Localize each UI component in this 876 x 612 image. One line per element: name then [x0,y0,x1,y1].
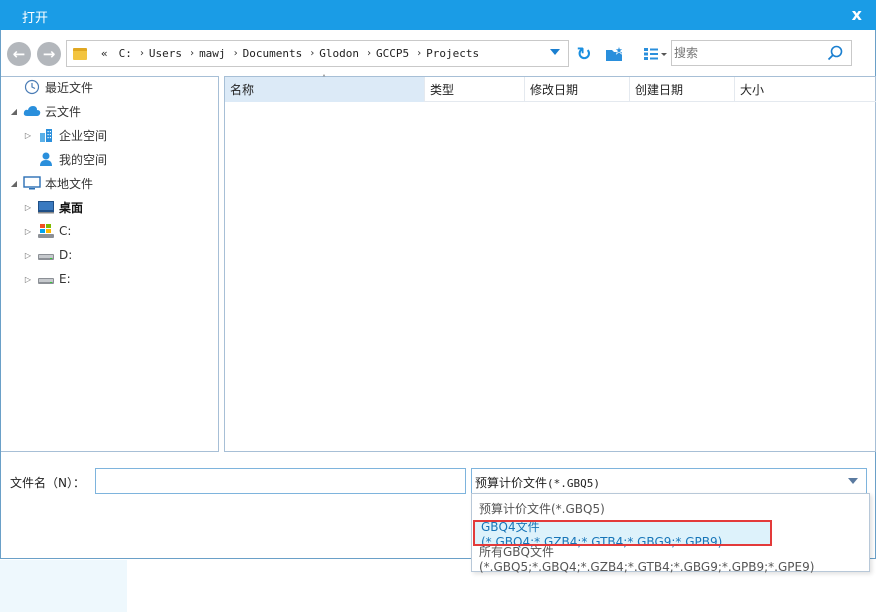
breadcrumb-segment[interactable]: Glodon [319,47,359,60]
breadcrumb-segment[interactable]: GCCP5 [376,47,409,60]
tree-expander[interactable]: ▷ [23,275,33,284]
breadcrumb-separator: › [138,48,145,59]
tree-item-recent[interactable]: 最近文件 [9,77,93,97]
tree-item-label: 本地文件 [45,176,94,191]
arrow-right-icon: → [42,45,56,63]
breadcrumb-separator: › [309,48,316,59]
tree-item-label: D: [59,248,73,262]
tree-item-desktop[interactable]: ▷ 桌面 [23,197,83,217]
column-header-size[interactable]: 大小 [735,77,876,102]
tree-item-local[interactable]: ◢ 本地文件 [9,173,93,193]
file-type-pattern: (*.GBQ5) [547,477,600,490]
breadcrumb: « C: › Users › mawj › Documents › Glodon… [97,47,486,60]
file-type-option[interactable]: 所有GBQ文件(*.GBQ5;*.GBQ4;*.GZB4;*.GTB4;*.GB… [472,545,869,574]
column-header-name[interactable]: 名称 ˄ [225,74,425,102]
folder-icon [73,47,87,60]
file-type-dropdown: 预算计价文件(*.GBQ5) GBQ4文件(*.GBQ4;*.GZB4;*.GT… [471,493,870,574]
breadcrumb-segment[interactable]: Projects [426,47,479,60]
column-header-label: 大小 [740,83,765,97]
column-header-label: 修改日期 [530,83,579,97]
open-dialog: ← → « C: › Users › mawj › Documents › Gl… [0,30,876,559]
title-bar: 打开 x [0,0,876,30]
tree-item-label: C: [59,224,72,238]
tree-item-cloud[interactable]: ◢ 云文件 [9,101,81,121]
breadcrumb-segment[interactable]: Documents [243,47,303,60]
column-header-label: 类型 [430,83,455,97]
tree-expander[interactable]: ▷ [23,227,33,236]
column-header-label: 创建日期 [635,83,684,97]
breadcrumb-separator: › [365,48,373,59]
file-list[interactable]: 名称 ˄ 类型 修改日期 创建日期 大小 [224,74,876,452]
background-strip [0,560,127,612]
breadcrumb-segment[interactable]: mawj [199,47,226,60]
new-folder-icon [606,45,624,61]
breadcrumb-separator: › [416,48,423,59]
view-mode-button[interactable] [642,43,670,65]
file-type-select[interactable]: 预算计价文件(*.GBQ5) [471,468,867,494]
desktop-icon [37,199,55,215]
file-type-option[interactable]: 预算计价文件(*.GBQ5) [472,496,869,520]
column-headers: 名称 ˄ 类型 修改日期 创建日期 大小 [225,74,876,102]
search-box [671,40,852,66]
dialog-title: 打开 [22,11,49,26]
back-button[interactable]: ← [7,42,31,66]
close-button[interactable]: x [852,5,862,24]
tree-item-drive-d[interactable]: ▷ D: [23,245,72,265]
breadcrumb-overflow[interactable]: « [101,47,108,60]
breadcrumb-separator: › [232,48,239,59]
drive-icon [37,247,55,263]
search-input[interactable] [674,43,824,63]
column-header-created[interactable]: 创建日期 [630,77,735,102]
tree-item-drive-e[interactable]: ▷ E: [23,269,71,289]
tree-item-my-space[interactable]: 我的空间 [23,149,107,169]
refresh-icon: ↻ [576,43,592,65]
filename-label: 文件名（N）： [10,476,85,490]
file-type-option-selected[interactable]: GBQ4文件(*.GBQ4;*.GZB4;*.GTB4;*.GBG9;*.GPB… [473,520,772,549]
new-folder-button[interactable] [604,43,626,65]
file-type-label: 预算计价文件 [475,476,548,490]
clock-icon [23,79,41,95]
tree-item-label: 最近文件 [45,80,94,95]
tree-expander[interactable]: ▷ [23,203,33,212]
tree-item-label: 企业空间 [59,128,108,143]
arrow-left-icon: ← [12,45,26,63]
cloud-icon [23,103,41,119]
search-icon[interactable] [827,45,843,61]
refresh-button[interactable]: ↻ [573,43,595,65]
chevron-down-icon[interactable] [848,478,858,484]
tree-item-drive-c[interactable]: ▷ C: [23,221,71,241]
filename-input[interactable] [95,468,466,494]
tree-item-label: 我的空间 [59,152,108,167]
tree-item-label: 云文件 [45,104,82,119]
forward-button[interactable]: → [37,42,61,66]
breadcrumb-segment[interactable]: C: [119,47,132,60]
tree-expander[interactable]: ◢ [9,179,19,188]
tree-item-label: 桌面 [59,200,84,215]
monitor-icon [23,175,41,191]
column-header-type[interactable]: 类型 [425,77,525,102]
tree-item-enterprise[interactable]: ▷ 企业空间 [23,125,107,145]
breadcrumb-separator: › [189,48,196,59]
column-header-modified[interactable]: 修改日期 [525,77,630,102]
breadcrumb-segment[interactable]: Users [149,47,182,60]
column-header-label: 名称 [230,83,255,97]
building-icon [37,127,55,143]
windows-drive-icon [37,223,55,239]
view-mode-icon [644,48,667,60]
tree-expander[interactable]: ▷ [23,131,33,140]
sort-ascending-icon: ˄ [322,74,326,83]
file-type-value: 预算计价文件(*.GBQ5) [475,474,600,491]
address-dropdown-button[interactable] [550,49,560,55]
user-icon [37,151,55,167]
drive-icon [37,271,55,287]
address-bar[interactable]: « C: › Users › mawj › Documents › Glodon… [66,40,569,67]
tree-item-label: E: [59,272,71,286]
navigation-tree: 最近文件 ◢ 云文件 ▷ 企业空间 我的空间 ◢ 本地文件 ▷ 桌面 ▷ C: … [1,76,219,452]
tree-expander[interactable]: ◢ [9,107,19,116]
tree-expander[interactable]: ▷ [23,251,33,260]
